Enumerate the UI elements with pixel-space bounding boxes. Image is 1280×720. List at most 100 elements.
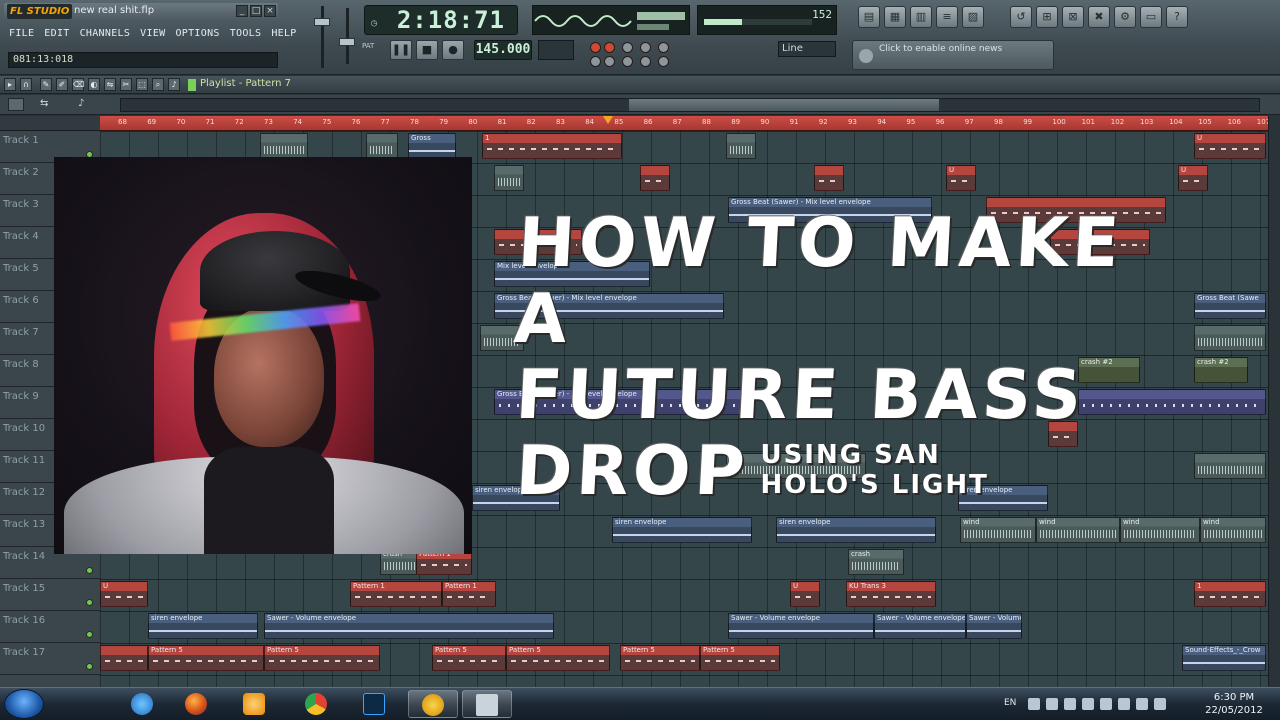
envelope-clip[interactable]: Sawer - Volume envelope bbox=[966, 613, 1022, 639]
pattern-clip[interactable]: U bbox=[790, 581, 820, 607]
audio-clip[interactable]: wind bbox=[1200, 517, 1266, 543]
playback-tool-icon[interactable]: ♪ bbox=[168, 78, 180, 91]
menu-arrow-icon[interactable]: ▸ bbox=[4, 78, 16, 91]
play-pattern-icon[interactable] bbox=[188, 79, 196, 91]
taskbar-photoshop[interactable] bbox=[350, 690, 400, 718]
online-news-bar[interactable]: Click to enable online news bbox=[852, 40, 1054, 70]
snap-select[interactable]: Line bbox=[778, 41, 836, 57]
envelope-clip[interactable]: Sawer - Volume envelope bbox=[728, 613, 874, 639]
tray-arrow-icon[interactable] bbox=[1028, 698, 1040, 710]
piano-roll-icon[interactable]: ▥ bbox=[910, 6, 932, 28]
playlist-icon[interactable]: ▤ bbox=[858, 6, 880, 28]
zoom-tool-icon[interactable]: ⌕ bbox=[152, 78, 164, 91]
menu-channels[interactable]: CHANNELS bbox=[75, 26, 136, 44]
info-icon[interactable]: ▭ bbox=[1140, 6, 1162, 28]
audio-clip[interactable]: crash #2 bbox=[1194, 357, 1248, 383]
taskbar-internet-explorer[interactable] bbox=[118, 690, 168, 718]
paint-tool-icon[interactable]: ✐ bbox=[56, 78, 68, 91]
help-icon[interactable]: ? bbox=[1166, 6, 1188, 28]
minimize-button[interactable]: _ bbox=[236, 5, 248, 17]
draw-tool-icon[interactable]: ✎ bbox=[40, 78, 52, 91]
pattern-clip[interactable]: 1 bbox=[1194, 581, 1266, 607]
power-icon[interactable] bbox=[1118, 698, 1130, 710]
pattern-clip[interactable]: Pattern 1 bbox=[442, 581, 496, 607]
audio-clip[interactable] bbox=[494, 165, 524, 191]
audio-input-icon[interactable] bbox=[658, 56, 669, 67]
menu-file[interactable]: FILE bbox=[4, 26, 39, 44]
envelope-clip[interactable]: Sawer - Volume envelope bbox=[874, 613, 966, 639]
pattern-clip[interactable]: Pattern 1 bbox=[350, 581, 442, 607]
master-volume-slider[interactable] bbox=[313, 4, 331, 70]
envelope-clip[interactable]: Sound-Effects_-_Crow bbox=[1182, 645, 1266, 671]
restore-button[interactable]: □ bbox=[250, 5, 262, 17]
pattern-clip[interactable]: KU Trans 3 bbox=[846, 581, 936, 607]
record-button[interactable]: ● bbox=[442, 40, 464, 60]
track-header[interactable]: Track 17 bbox=[0, 643, 100, 675]
wait-input-icon[interactable] bbox=[640, 56, 651, 67]
network-icon[interactable] bbox=[1136, 698, 1148, 710]
close-button[interactable]: × bbox=[264, 5, 276, 17]
song-position-display[interactable]: ◷ 2:18:71 bbox=[364, 5, 518, 35]
settings-icon[interactable]: ⚙ bbox=[1114, 6, 1136, 28]
pattern-clip[interactable]: U bbox=[946, 165, 976, 191]
flag-icon[interactable] bbox=[1100, 698, 1112, 710]
scrollbar-thumb[interactable] bbox=[629, 99, 939, 111]
typing-keyboard-icon[interactable] bbox=[590, 42, 601, 53]
pattern-clip[interactable]: U bbox=[1178, 165, 1208, 191]
track-header[interactable]: Track 15 bbox=[0, 579, 100, 611]
audio-clip[interactable]: crash bbox=[848, 549, 904, 575]
taskbar-chrome[interactable] bbox=[292, 690, 342, 718]
pattern-clip[interactable]: Pattern 5 bbox=[506, 645, 610, 671]
magnet-icon[interactable]: ∩ bbox=[20, 78, 32, 91]
select-tool-icon[interactable]: ⬚ bbox=[136, 78, 148, 91]
delete-tool-icon[interactable]: ⌫ bbox=[72, 78, 84, 91]
plugin-icon[interactable]: ✖ bbox=[1088, 6, 1110, 28]
multilink-icon[interactable] bbox=[640, 42, 651, 53]
menu-tools[interactable]: TOOLS bbox=[225, 26, 267, 44]
audio-clip[interactable] bbox=[1194, 453, 1266, 479]
metronome-icon[interactable] bbox=[604, 42, 615, 53]
slice-tool-icon[interactable]: ✂ bbox=[120, 78, 132, 91]
master-pitch-slider[interactable] bbox=[339, 6, 357, 66]
tempo-display[interactable]: 145.000 bbox=[474, 40, 532, 60]
tray-app-icon[interactable] bbox=[1046, 698, 1058, 710]
stop-button[interactable]: ■ bbox=[416, 40, 438, 60]
language-indicator[interactable]: EN bbox=[1004, 698, 1016, 708]
envelope-clip[interactable]: siren envelope bbox=[148, 613, 258, 639]
undo-icon[interactable]: ↺ bbox=[1010, 6, 1032, 28]
envelope-clip[interactable]: siren envelope bbox=[612, 517, 752, 543]
audio-clip[interactable] bbox=[726, 133, 756, 159]
taskbar-media-player[interactable] bbox=[230, 690, 280, 718]
system-clock[interactable]: 6:30 PM 22/05/2012 bbox=[1194, 691, 1274, 717]
step-edit-icon[interactable] bbox=[590, 56, 601, 67]
taskbar-firefox[interactable] bbox=[172, 690, 222, 718]
render-icon[interactable]: ⊠ bbox=[1062, 6, 1084, 28]
audio-clip[interactable]: wind bbox=[960, 517, 1036, 543]
snap-icon[interactable]: ⇆ bbox=[40, 98, 48, 109]
track-mute-led[interactable] bbox=[86, 631, 93, 638]
pattern-picker-icon[interactable] bbox=[8, 98, 24, 111]
audio-clip[interactable]: wind bbox=[1120, 517, 1200, 543]
volume-icon[interactable] bbox=[1154, 698, 1166, 710]
tray-app-icon[interactable] bbox=[1082, 698, 1094, 710]
save-icon[interactable]: ⊞ bbox=[1036, 6, 1058, 28]
browser-icon[interactable]: ≡ bbox=[936, 6, 958, 28]
start-button[interactable] bbox=[4, 689, 44, 719]
pattern-clip[interactable] bbox=[814, 165, 844, 191]
menu-help[interactable]: HELP bbox=[266, 26, 301, 44]
track-mute-led[interactable] bbox=[86, 567, 93, 574]
pattern-clip[interactable]: Pattern 5 bbox=[700, 645, 780, 671]
countdown-icon[interactable] bbox=[622, 42, 633, 53]
taskbar-explorer-window[interactable] bbox=[462, 690, 512, 718]
envelope-clip[interactable]: siren envelope bbox=[776, 517, 936, 543]
audio-clip[interactable] bbox=[1194, 325, 1266, 351]
tray-app-icon[interactable] bbox=[1064, 698, 1076, 710]
pattern-clip[interactable]: Pattern 5 bbox=[620, 645, 700, 671]
envelope-clip[interactable]: Gross bbox=[408, 133, 456, 159]
pause-button[interactable]: ❚❚ bbox=[390, 40, 412, 60]
track-header[interactable]: Track 16 bbox=[0, 611, 100, 643]
slip-tool-icon[interactable]: ⇋ bbox=[104, 78, 116, 91]
menu-view[interactable]: VIEW bbox=[135, 26, 170, 44]
loop-record-icon[interactable] bbox=[622, 56, 633, 67]
track-mute-led[interactable] bbox=[86, 599, 93, 606]
